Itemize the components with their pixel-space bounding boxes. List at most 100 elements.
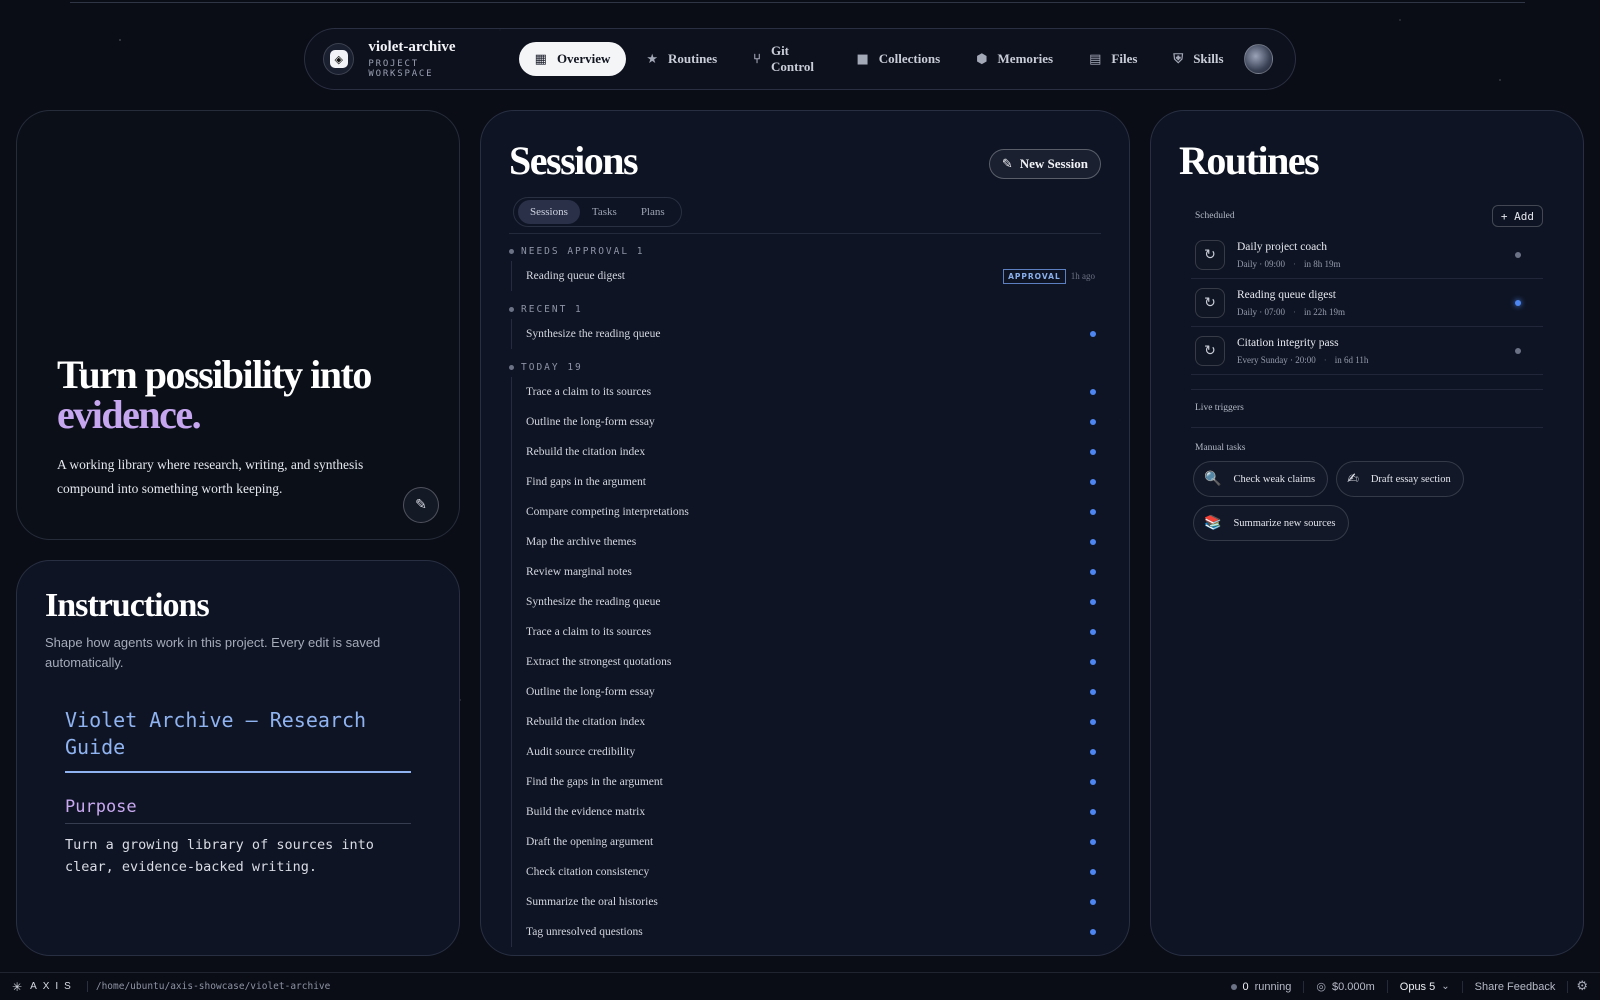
doc-title[interactable]: Violet Archive — Research Guide xyxy=(65,707,411,773)
tab-sessions[interactable]: Sessions xyxy=(518,200,580,224)
session-row[interactable]: Outline the long-form essay xyxy=(512,407,1101,437)
session-row[interactable]: Draft the opening argument xyxy=(512,827,1101,857)
session-title: Outline the long-form essay xyxy=(526,416,655,428)
session-row[interactable]: Review marginal notes xyxy=(512,557,1101,587)
session-row[interactable]: Synthesize the reading queue xyxy=(512,587,1101,617)
instructions-subtitle: Shape how agents work in this project. E… xyxy=(45,635,381,670)
live-triggers-label: Live triggers xyxy=(1195,403,1244,413)
model-name: Opus 5 xyxy=(1399,980,1436,993)
running-count: 0 xyxy=(1242,980,1249,993)
nav-tab-files[interactable]: ▤ Files xyxy=(1073,42,1153,76)
nav-tab-overview[interactable]: ▦ Overview xyxy=(518,42,627,76)
session-status-dot xyxy=(1090,899,1096,905)
session-title: Reading queue digest xyxy=(526,270,626,282)
project-logo-icon[interactable]: ◈ xyxy=(323,43,355,75)
hero-title-line: Turn possibility into xyxy=(57,352,372,397)
session-title: Build the evidence matrix xyxy=(526,806,646,818)
running-status[interactable]: 0 running xyxy=(1219,980,1305,993)
session-row[interactable]: Rebuild the citation index xyxy=(512,707,1101,737)
books-icon: 📚 xyxy=(1204,515,1222,531)
session-row[interactable]: Find the gaps in the argument xyxy=(512,767,1101,797)
routine-meta: Daily · 09:00 · in 8h 19m xyxy=(1237,259,1515,269)
model-selector[interactable]: Opus 5 ⌄ xyxy=(1388,980,1463,993)
routine-schedule: Daily · 09:00 xyxy=(1237,258,1285,269)
session-row[interactable]: Synthesize the reading queue xyxy=(512,319,1101,349)
instructions-editor[interactable]: Violet Archive — Research Guide Purpose … xyxy=(65,707,411,878)
group-dot xyxy=(509,248,514,254)
session-row[interactable]: Build the evidence matrix xyxy=(512,797,1101,827)
session-row[interactable]: Map the archive themes xyxy=(512,527,1101,557)
doc-paragraph[interactable]: Turn a growing library of sources into c… xyxy=(65,834,411,878)
coins-icon: ◎ xyxy=(1316,980,1326,993)
session-status-dot xyxy=(1090,929,1096,935)
meta-separator: · xyxy=(1293,258,1296,269)
session-row[interactable]: Rebuild the citation index xyxy=(512,437,1101,467)
routine-name: Reading queue digest xyxy=(1237,288,1337,301)
nav-tab-skills[interactable]: ⛨ Skills xyxy=(1157,42,1239,76)
top-nav: ◈ violet-archive PROJECT WORKSPACE ▦ Over… xyxy=(304,28,1296,90)
magnifier-icon: 🔍 xyxy=(1204,471,1222,487)
new-session-button[interactable]: ✎ New Session xyxy=(988,149,1101,179)
meta-separator: · xyxy=(1293,306,1296,317)
project-name: violet-archive xyxy=(368,39,456,55)
nav-tabs: ▦ Overview ★ Routines ⑂ Git Control ■ Collectio… xyxy=(518,42,1244,76)
session-row[interactable]: Check citation consistency xyxy=(512,857,1101,887)
add-routine-button[interactable]: + Add xyxy=(1491,205,1543,227)
session-status-dot xyxy=(1090,629,1096,635)
manual-task-chip[interactable]: 🔍 Check weak claims xyxy=(1193,461,1329,497)
session-row[interactable]: Outline the long-form essay xyxy=(512,677,1101,707)
session-row[interactable]: Trace a claim to its sources xyxy=(512,617,1101,647)
session-status-dot xyxy=(1090,479,1096,485)
avatar[interactable] xyxy=(1243,44,1273,74)
share-feedback-link[interactable]: Share Feedback xyxy=(1463,980,1569,993)
session-row[interactable]: Reading queue digest APPROVAL 1h ago xyxy=(512,261,1101,291)
project-path: /home/ubuntu/axis-showcase/violet-archiv… xyxy=(86,981,330,992)
manual-task-chip[interactable]: 📚 Summarize new sources xyxy=(1193,505,1349,541)
session-group-list: Reading queue digest APPROVAL 1h ago xyxy=(511,261,1101,291)
routine-row[interactable]: ↻ Reading queue digest Daily · 07:00 · in 22… xyxy=(1191,279,1543,327)
edit-hero-button[interactable]: ✎ xyxy=(403,487,439,523)
hero-description: A working library where research, writin… xyxy=(57,457,364,496)
doc-heading[interactable]: Purpose xyxy=(65,797,411,824)
status-dot xyxy=(1230,983,1237,990)
routine-row[interactable]: ↻ Daily project coach Daily · 09:00 · in 8h … xyxy=(1191,231,1543,279)
tab-plans[interactable]: Plans xyxy=(629,200,677,224)
edit-square-icon: ✎ xyxy=(1001,156,1013,172)
session-row[interactable]: Trace a claim to its sources xyxy=(512,377,1101,407)
session-status-dot xyxy=(1090,779,1096,785)
nav-tab-label: Files xyxy=(1111,51,1138,66)
session-title: Rebuild the citation index xyxy=(526,716,646,728)
session-status-dot xyxy=(1090,389,1096,395)
session-status-dot xyxy=(1090,689,1096,695)
session-row[interactable]: Compare competing interpretations xyxy=(512,497,1101,527)
cost-status[interactable]: ◎ $0.000m xyxy=(1304,980,1388,993)
nav-tab-label: Git Control xyxy=(770,43,815,74)
session-title: Find the gaps in the argument xyxy=(526,776,663,788)
session-title: Audit source credibility xyxy=(526,746,636,758)
group-title: NEEDS APPROVAL 1 xyxy=(521,245,645,257)
session-list: NEEDS APPROVAL 1 Reading queue digest APPR… xyxy=(509,239,1101,955)
session-row[interactable]: Summarize the oral histories xyxy=(512,887,1101,917)
nav-tab-routines[interactable]: ★ Routines xyxy=(630,42,733,76)
chevron-down-icon: ⌄ xyxy=(1441,981,1450,992)
nav-tab-collections[interactable]: ■ Collections xyxy=(840,42,956,76)
session-row[interactable]: Find gaps in the argument xyxy=(512,467,1101,497)
session-group-list: Trace a claim to its sources Outline the … xyxy=(511,377,1101,947)
session-row[interactable]: Audit source credibility xyxy=(512,737,1101,767)
nav-tab-git-control[interactable]: ⑂ Git Control xyxy=(737,42,836,76)
shield-check-icon: ⛨ xyxy=(1173,51,1184,67)
routine-row[interactable]: ↻ Citation integrity pass Every Sunday · 2… xyxy=(1191,327,1543,375)
gear-icon[interactable]: ⚙ xyxy=(1576,979,1588,994)
approval-badge: APPROVAL xyxy=(1003,268,1066,284)
session-title: Synthesize the reading queue xyxy=(526,328,661,340)
tab-tasks[interactable]: Tasks xyxy=(580,200,629,224)
manual-task-chip[interactable]: ✍ Draft essay section xyxy=(1336,461,1464,497)
nav-tab-memories[interactable]: ⬢ Memories xyxy=(960,42,1069,76)
session-title: Trace a claim to its sources xyxy=(526,626,652,638)
footer-brand: AXIS xyxy=(30,981,77,992)
session-status-dot xyxy=(1090,569,1096,575)
meta-separator: · xyxy=(1323,354,1327,365)
session-row[interactable]: Extract the strongest quotations xyxy=(512,647,1101,677)
session-row[interactable]: Tag unresolved questions xyxy=(512,917,1101,947)
grid-icon: ▦ xyxy=(534,51,547,67)
